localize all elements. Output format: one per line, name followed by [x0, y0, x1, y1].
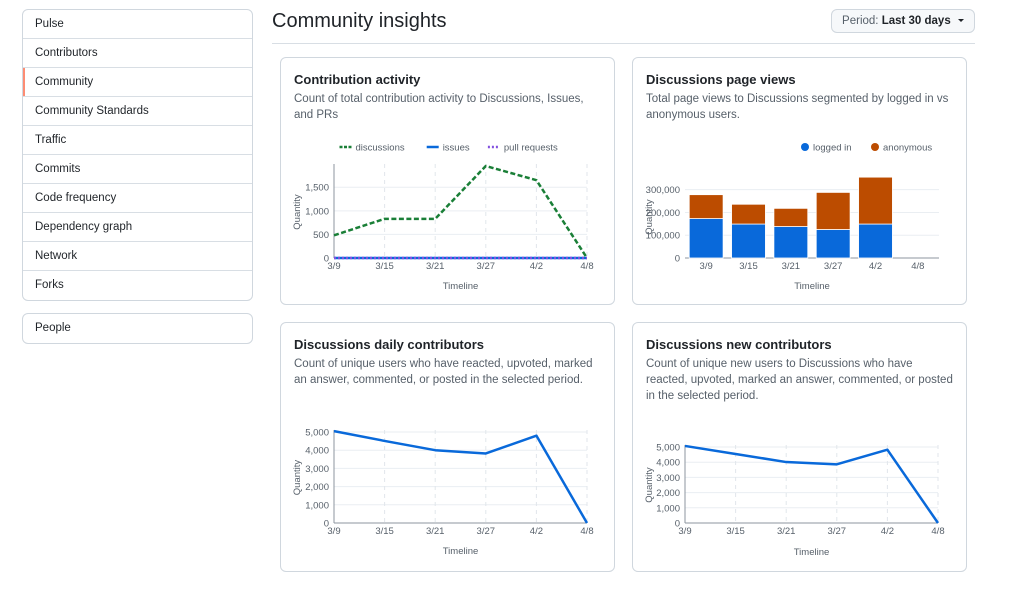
x-axis-title: Timeline [443, 546, 479, 557]
y-axis-title: Quantity [644, 199, 655, 235]
sidebar-item-traffic[interactable]: Traffic [23, 126, 252, 155]
period-value: Last 30 days [881, 15, 951, 27]
series-line-new-contributors [684, 444, 940, 524]
insights-sidebar-nav: Pulse Contributors Community Community S… [22, 9, 253, 301]
x-axis-title: Timeline [794, 547, 830, 558]
bar-logged-in [688, 218, 724, 259]
x-tick-label: 3/21 [426, 261, 445, 272]
contribution-activity-chart: 05001,0001,5003/9 3/15 3/21 3/27 4/2 4/8Timel… [292, 143, 594, 293]
x-tick-label: 4/2 [530, 526, 543, 537]
x-tick-label: 3/15 [375, 526, 394, 537]
bar-anonymous [773, 207, 809, 227]
sidebar-item-forks[interactable]: Forks [23, 271, 252, 300]
sidebar-item-code-frequency[interactable]: Code frequency [23, 184, 252, 213]
y-tick-label: 1,000 [305, 206, 329, 217]
legend-label: logged in [813, 143, 852, 154]
page-views-chart: 0100,000200,000300,0003/9 3/15 3/21 3/27 4/2… [644, 143, 939, 292]
x-tick-label: 3/9 [327, 261, 340, 272]
x-tick-label: 3/27 [477, 261, 496, 272]
bar-logged-in [815, 229, 851, 259]
bar-anonymous [815, 191, 851, 230]
bar-logged-in [731, 223, 766, 259]
x-tick-label: 4/2 [869, 261, 882, 272]
y-tick-label: 5,000 [305, 428, 329, 439]
page-title: Community insights [272, 10, 447, 32]
y-axis-title: Quantity [292, 194, 303, 230]
x-tick-label: 4/8 [580, 526, 593, 537]
x-tick-label: 3/15 [375, 261, 394, 272]
y-tick-label: 2,000 [656, 488, 680, 499]
x-tick-label: 4/8 [931, 526, 944, 537]
y-tick-label: 2,000 [305, 482, 329, 493]
x-tick-label: 3/15 [726, 526, 745, 537]
y-tick-label: 5,000 [656, 443, 680, 454]
sidebar-item-pulse[interactable]: Pulse [23, 10, 252, 39]
x-tick-label: 3/9 [700, 261, 713, 272]
x-tick-label: 3/27 [828, 526, 847, 537]
y-tick-label: 500 [313, 230, 329, 241]
people-sidebar-nav: People [22, 313, 253, 344]
page-views-card: Discussions page views Total page views … [632, 57, 967, 305]
x-tick-label: 4/8 [911, 261, 924, 272]
sidebar-item-community[interactable]: Community [23, 68, 252, 97]
y-tick-label: 300,000 [646, 185, 680, 196]
series-line-discussions [333, 164, 589, 259]
new-contributors-chart: 01,0002,0003,0004,0005,0003/9 3/15 3/21 3/2… [644, 443, 945, 559]
y-tick-label: 3,000 [305, 464, 329, 475]
y-axis-title: Quantity [644, 467, 655, 503]
sidebar-item-community-standards[interactable]: Community Standards [23, 97, 252, 126]
period-label: Period: [842, 15, 879, 27]
daily-contributors-chart: 01,0002,0003,0004,0005,0003/9 3/15 3/21 3/2… [292, 428, 594, 558]
x-axis-title: Timeline [443, 281, 479, 292]
x-tick-label: 3/27 [477, 526, 496, 537]
sidebar-item-people[interactable]: People [23, 314, 252, 343]
y-tick-label: 4,000 [656, 458, 680, 469]
x-tick-label: 4/2 [530, 261, 543, 272]
x-tick-label: 3/9 [678, 526, 691, 537]
y-tick-label: 4,000 [305, 446, 329, 457]
x-tick-label: 3/21 [782, 261, 801, 272]
y-tick-label: 0 [675, 254, 680, 265]
new-contributors-card: Discussions new contributors Count of un… [632, 322, 967, 572]
bar-anonymous [858, 176, 893, 225]
period-dropdown-button[interactable]: Period: Last 30 days [831, 9, 975, 33]
sidebar-item-dependency-graph[interactable]: Dependency graph [23, 213, 252, 242]
y-tick-label: 3,000 [656, 473, 680, 484]
y-axis-title: Quantity [292, 460, 303, 496]
sidebar-item-contributors[interactable]: Contributors [23, 39, 252, 68]
x-tick-label: 3/21 [426, 526, 445, 537]
legend-label: pull requests [504, 143, 558, 154]
bar-logged-in [773, 226, 809, 259]
x-tick-label: 3/21 [777, 526, 796, 537]
title-divider [272, 43, 975, 44]
y-tick-label: 1,000 [305, 500, 329, 511]
bar-logged-in [858, 223, 893, 259]
y-tick-label: 1,500 [305, 183, 329, 194]
contribution-activity-card: Contribution activity Count of total con… [280, 57, 615, 305]
x-axis-title: Timeline [794, 281, 830, 292]
x-tick-label: 4/2 [881, 526, 894, 537]
daily-contributors-card: Discussions daily contributors Count of … [280, 322, 615, 572]
x-tick-label: 3/15 [739, 261, 758, 272]
x-tick-label: 3/9 [327, 526, 340, 537]
caret-down-icon [957, 19, 964, 23]
sidebar-item-commits[interactable]: Commits [23, 155, 252, 184]
legend-label: discussions [356, 143, 405, 154]
y-tick-label: 1,000 [656, 503, 680, 514]
legend-label: issues [443, 143, 470, 154]
series-line-contributors [333, 429, 589, 524]
legend-swatch [871, 143, 879, 151]
legend-label: anonymous [883, 143, 932, 154]
bar-anonymous [731, 203, 766, 225]
x-tick-label: 3/27 [824, 261, 843, 272]
bar-anonymous [688, 194, 724, 219]
x-tick-label: 4/8 [580, 261, 593, 272]
sidebar-item-network[interactable]: Network [23, 242, 252, 271]
legend-swatch [801, 143, 809, 151]
